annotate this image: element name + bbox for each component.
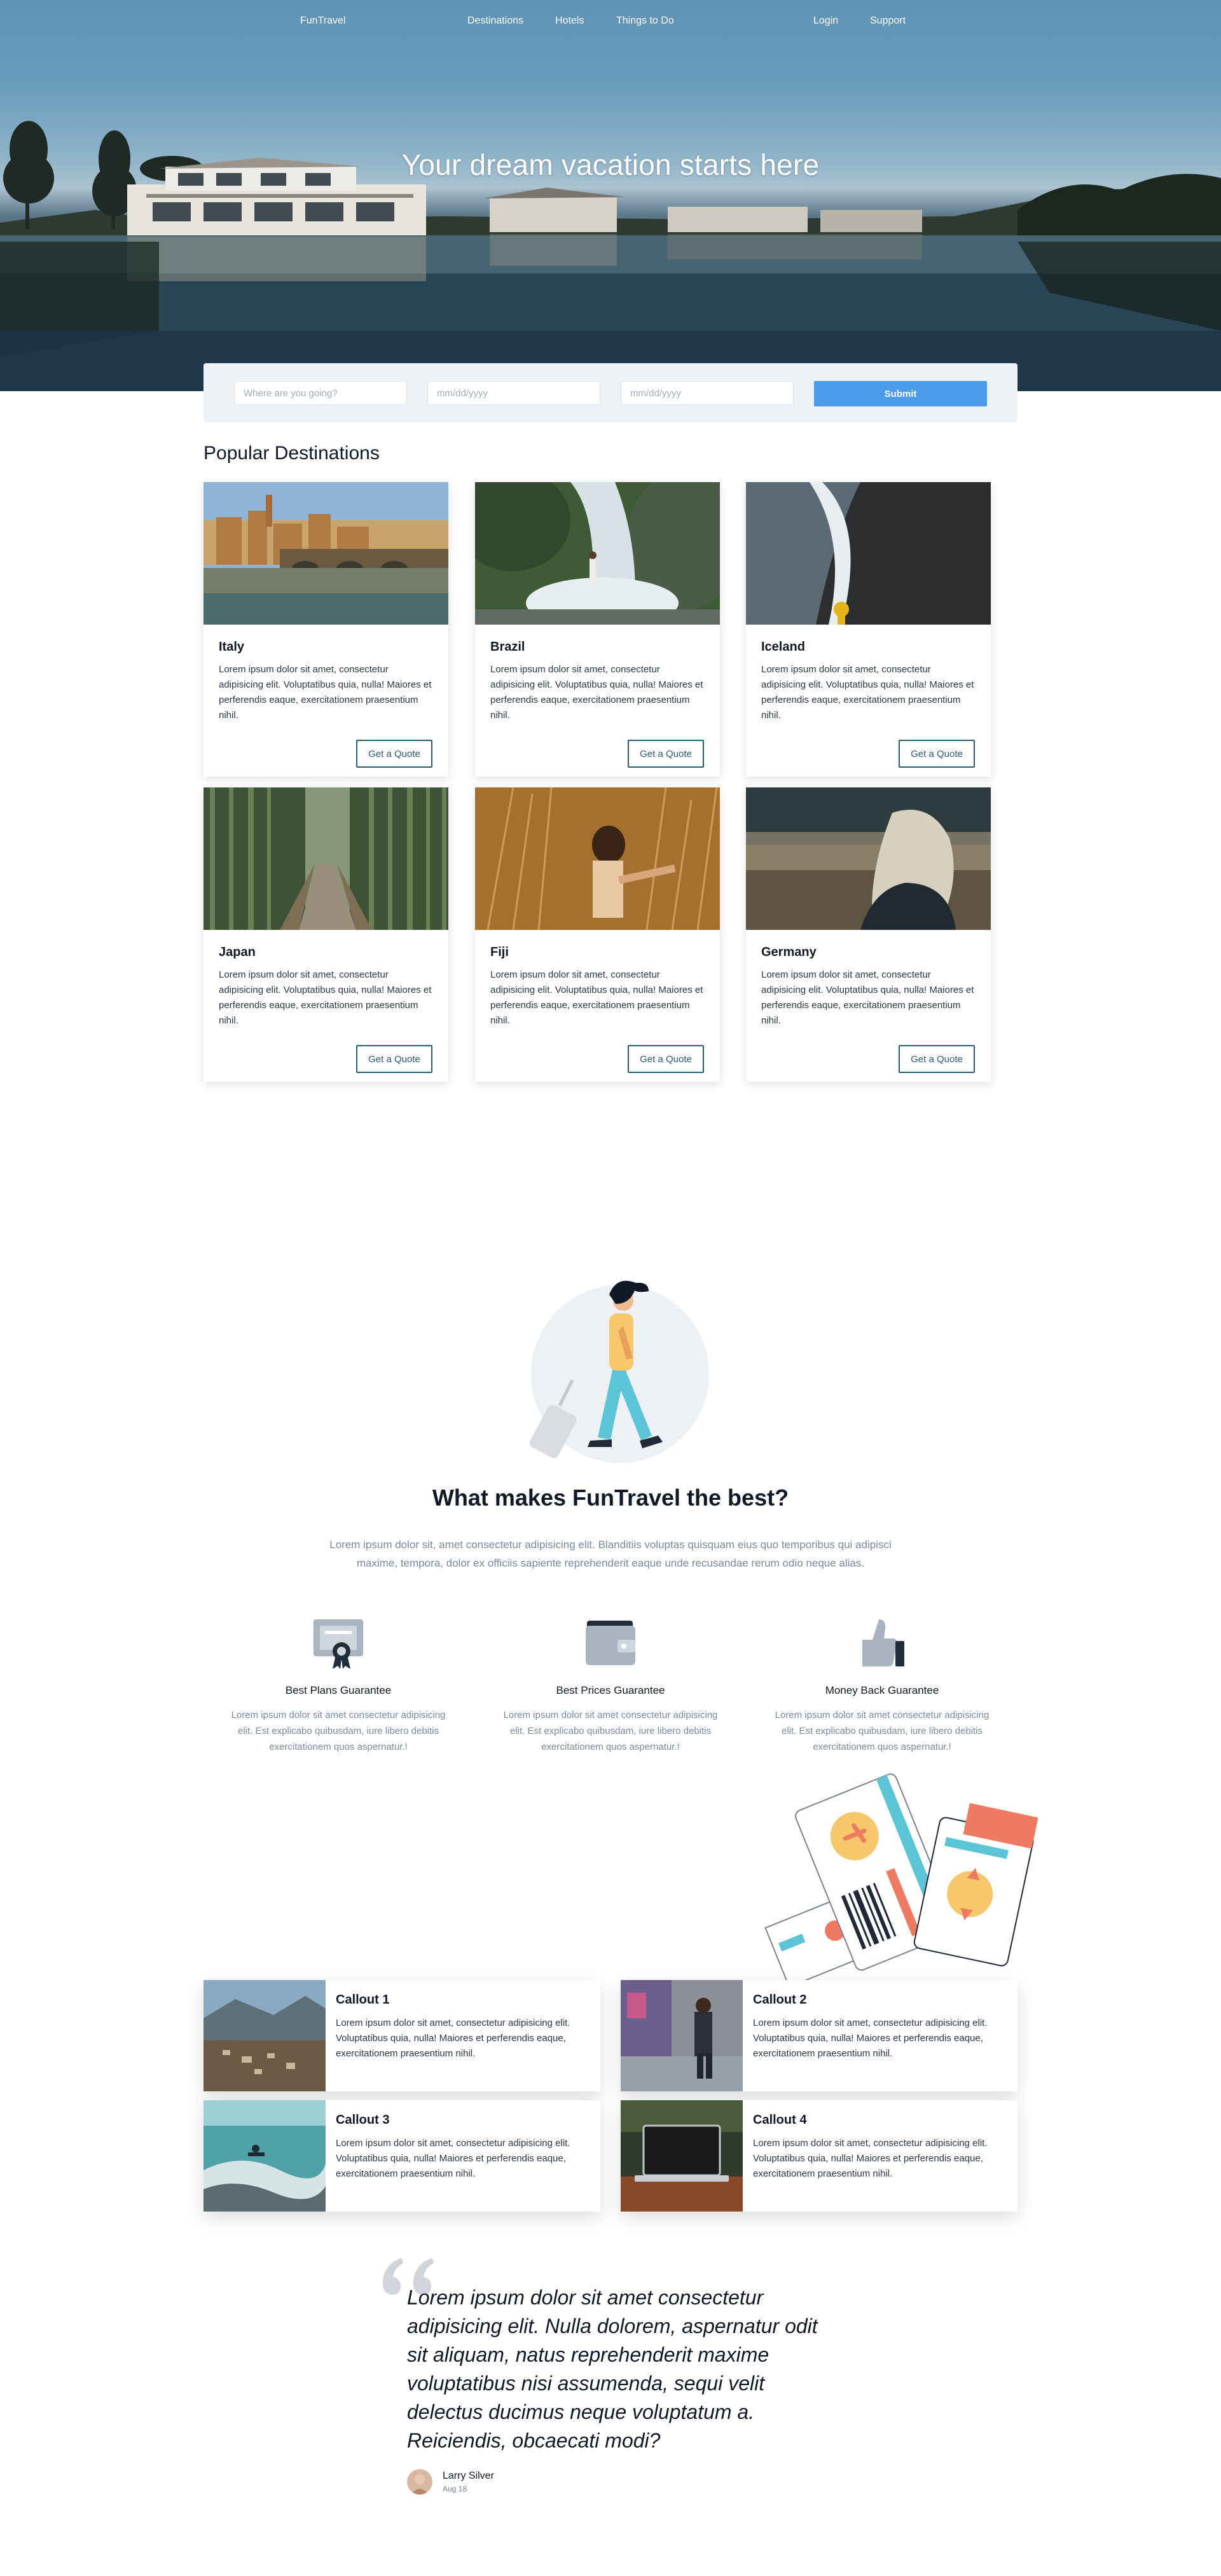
feature-best-plans: Best Plans Guarantee Lorem ipsum dolor s…: [224, 1614, 453, 1755]
germany-photo: [746, 787, 991, 930]
callout-card-4: Callout 4 Lorem ipsum dolor sit amet, co…: [621, 2100, 1018, 2212]
nav-login[interactable]: Login: [813, 15, 838, 27]
features-description: Lorem ipsum dolor sit, amet consectetur …: [329, 1539, 892, 1569]
callout-card-3: Callout 3 Lorem ipsum dolor sit amet, co…: [204, 2100, 600, 2212]
destination-description: Lorem ipsum dolor sit amet, consectetur …: [219, 969, 432, 1026]
certificate-icon: [310, 1614, 367, 1672]
avatar: [407, 2469, 432, 2495]
get-quote-button[interactable]: Get a Quote: [628, 1045, 704, 1073]
destination-name: Germany: [761, 945, 817, 959]
feature-text: Lorem ipsum dolor sit amet consectetur a…: [231, 1710, 446, 1752]
destination-card-italy: Italy Lorem ipsum dolor sit amet, consec…: [204, 482, 448, 777]
features-title: What makes FunTravel the best?: [432, 1485, 789, 1511]
get-quote-button[interactable]: Get a Quote: [356, 740, 432, 768]
brand-logo[interactable]: FunTravel: [300, 15, 345, 27]
callout-card-2: Callout 2 Lorem ipsum dolor sit amet, co…: [621, 1980, 1018, 2091]
testimonial-author: Larry Silver: [443, 2470, 494, 2481]
feature-text: Lorem ipsum dolor sit amet consectetur a…: [503, 1710, 718, 1752]
destination-name: Iceland: [761, 640, 805, 654]
callout-text: Lorem ipsum dolor sit amet, consectetur …: [336, 2138, 570, 2179]
submit-button[interactable]: Submit: [814, 381, 987, 406]
feature-title: Best Plans Guarantee: [285, 1684, 392, 1696]
destination-name: Italy: [219, 640, 245, 654]
get-quote-button[interactable]: Get a Quote: [899, 1045, 975, 1073]
callout-text: Lorem ipsum dolor sit amet, consectetur …: [753, 2018, 988, 2059]
destination-card-brazil: Brazil Lorem ipsum dolor sit amet, conse…: [475, 482, 720, 777]
callout-2-photo: [621, 1980, 743, 2091]
destination-description: Lorem ipsum dolor sit amet, consectetur …: [490, 969, 703, 1026]
hero: FunTravel Destinations Hotels Things to …: [0, 0, 1221, 391]
testimonial-quote: Lorem ipsum dolor sit amet consectetur a…: [407, 2286, 818, 2452]
brazil-photo: [475, 482, 720, 625]
checkout-date-input[interactable]: [621, 381, 794, 405]
nav-destinations[interactable]: Destinations: [467, 15, 523, 27]
get-quote-button[interactable]: Get a Quote: [899, 740, 975, 768]
thumbs-up-icon: [853, 1614, 911, 1672]
destination-description: Lorem ipsum dolor sit amet, consectetur …: [219, 664, 432, 721]
japan-photo: [204, 787, 448, 930]
nav-hotels[interactable]: Hotels: [555, 15, 584, 27]
testimonial-date: Aug 18: [443, 2484, 467, 2493]
search-bar: Submit: [204, 363, 1018, 422]
top-nav: FunTravel Destinations Hotels Things to …: [0, 15, 1221, 34]
iceland-photo: [746, 482, 991, 625]
traveler-illustration: [529, 1280, 709, 1463]
destination-card-japan: Japan Lorem ipsum dolor sit amet, consec…: [204, 787, 448, 1082]
callout-text: Lorem ipsum dolor sit amet, consectetur …: [336, 2018, 570, 2059]
feature-title: Best Prices Guarantee: [556, 1684, 665, 1696]
callout-title: Callout 3: [336, 2113, 390, 2127]
nav-things-to-do[interactable]: Things to Do: [616, 15, 674, 27]
destination-description: Lorem ipsum dolor sit amet, consectetur …: [490, 664, 703, 721]
feature-text: Lorem ipsum dolor sit amet consectetur a…: [775, 1710, 990, 1752]
callout-4-photo: [621, 2100, 743, 2212]
hero-title: Your dream vacation starts here: [401, 148, 820, 181]
feature-money-back: Money Back Guarantee Lorem ipsum dolor s…: [768, 1614, 997, 1755]
destination-name: Japan: [219, 945, 256, 959]
destination-name: Brazil: [490, 640, 525, 654]
callout-card-1: Callout 1 Lorem ipsum dolor sit amet, co…: [204, 1980, 600, 2091]
checkin-date-input[interactable]: [427, 381, 600, 405]
destination-card-germany: Germany Lorem ipsum dolor sit amet, cons…: [746, 787, 991, 1082]
feature-best-prices: Best Prices Guarantee Lorem ipsum dolor …: [496, 1614, 725, 1755]
destination-card-fiji: Fiji Lorem ipsum dolor sit amet, consect…: [475, 787, 720, 1082]
wallet-icon: [582, 1614, 639, 1672]
callout-1-photo: [204, 1980, 326, 2091]
popular-destinations-title: Popular Destinations: [204, 443, 380, 464]
hero-lake-photo: [0, 121, 1221, 391]
italy-photo: [204, 482, 448, 625]
destination-name: Fiji: [490, 945, 509, 959]
feature-title: Money Back Guarantee: [825, 1684, 939, 1696]
callout-title: Callout 1: [336, 1993, 390, 2007]
nav-support[interactable]: Support: [870, 15, 906, 27]
destination-input[interactable]: [234, 381, 407, 405]
destination-card-iceland: Iceland Lorem ipsum dolor sit amet, cons…: [746, 482, 991, 777]
callout-3-photo: [204, 2100, 326, 2212]
destination-description: Lorem ipsum dolor sit amet, consectetur …: [761, 969, 974, 1026]
callout-title: Callout 2: [753, 1993, 807, 2007]
destination-description: Lorem ipsum dolor sit amet, consectetur …: [761, 664, 974, 721]
callout-title: Callout 4: [753, 2113, 807, 2127]
callout-text: Lorem ipsum dolor sit amet, consectetur …: [753, 2138, 988, 2179]
get-quote-button[interactable]: Get a Quote: [356, 1045, 432, 1073]
tickets-illustration: [764, 1773, 1038, 1988]
get-quote-button[interactable]: Get a Quote: [628, 740, 704, 768]
fiji-photo: [475, 787, 720, 930]
